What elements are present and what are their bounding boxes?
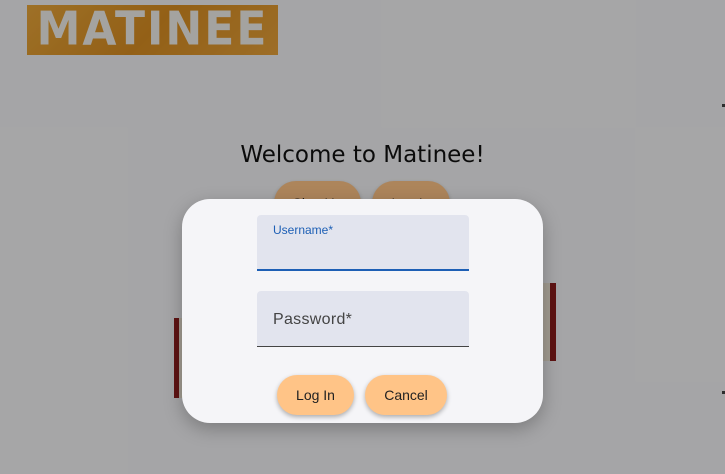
dialog-log-in-label: Log In bbox=[296, 387, 335, 403]
password-input[interactable] bbox=[273, 321, 457, 340]
dialog-cancel-label: Cancel bbox=[384, 387, 428, 403]
dialog-log-in-button[interactable]: Log In bbox=[277, 375, 354, 415]
dialog-cancel-button[interactable]: Cancel bbox=[365, 375, 447, 415]
username-field[interactable]: Username* bbox=[257, 215, 469, 271]
username-label: Username* bbox=[273, 223, 334, 237]
login-dialog: Username* Password* Log In Cancel bbox=[182, 199, 543, 423]
username-input[interactable] bbox=[273, 244, 457, 263]
password-field[interactable]: Password* bbox=[257, 291, 469, 347]
